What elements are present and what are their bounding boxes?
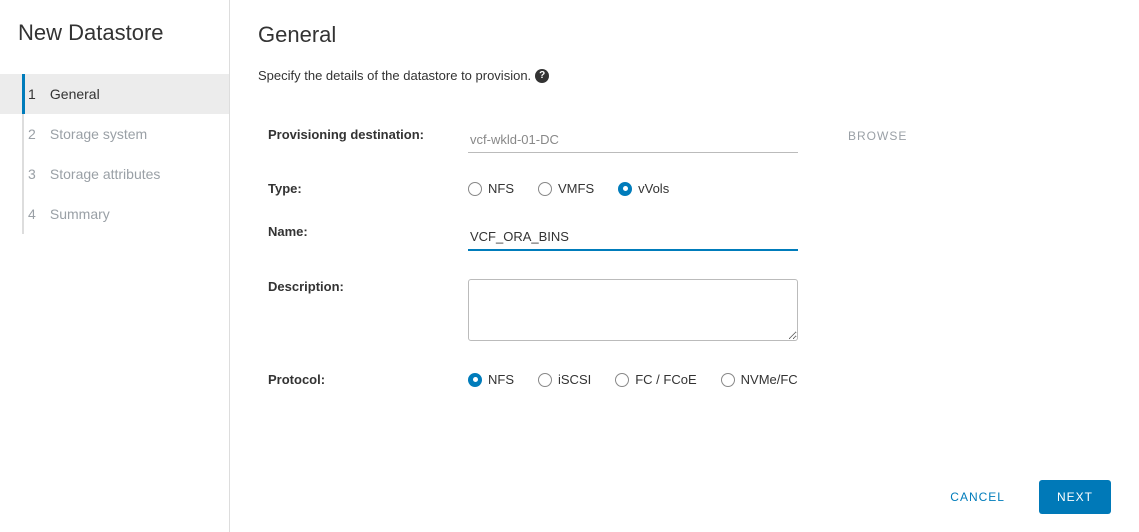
- step-num: 4: [28, 206, 42, 222]
- radio-icon: [538, 373, 552, 387]
- step-num: 1: [28, 86, 42, 102]
- radio-label: NFS: [488, 372, 514, 387]
- label-protocol: Protocol:: [258, 372, 468, 387]
- step-num: 3: [28, 166, 42, 182]
- type-radio-vmfs[interactable]: VMFS: [538, 181, 594, 196]
- next-button[interactable]: NEXT: [1039, 480, 1111, 514]
- label-description: Description:: [258, 279, 468, 294]
- description-textarea[interactable]: [468, 279, 798, 341]
- label-destination: Provisioning destination:: [258, 127, 468, 142]
- name-input[interactable]: [468, 224, 798, 251]
- wizard-sidebar: New Datastore 1 General 2 Storage system…: [0, 0, 230, 532]
- protocol-radio-nvme-fc[interactable]: NVMe/FC: [721, 372, 798, 387]
- label-name: Name:: [258, 224, 468, 239]
- radio-icon: [468, 182, 482, 196]
- type-radio-group: NFS VMFS vVols: [468, 181, 808, 196]
- wizard-steps: 1 General 2 Storage system 3 Storage att…: [0, 74, 229, 234]
- radio-icon: [468, 373, 482, 387]
- help-icon[interactable]: ?: [535, 69, 549, 83]
- form: Provisioning destination: BROWSE Type: N…: [258, 113, 1111, 466]
- step-storage-attributes[interactable]: 3 Storage attributes: [0, 154, 229, 194]
- row-protocol: Protocol: NFS iSCSI FC / FCo: [258, 358, 1111, 401]
- page-subtitle: Specify the details of the datastore to …: [258, 68, 1111, 83]
- step-storage-system[interactable]: 2 Storage system: [0, 114, 229, 154]
- radio-label: NFS: [488, 181, 514, 196]
- radio-label: NVMe/FC: [741, 372, 798, 387]
- step-label: Storage system: [50, 126, 147, 142]
- wizard-footer: CANCEL NEXT: [258, 466, 1111, 514]
- label-type: Type:: [258, 181, 468, 196]
- wizard-title: New Datastore: [0, 20, 229, 74]
- radio-icon: [538, 182, 552, 196]
- radio-label: vVols: [638, 181, 669, 196]
- browse-button[interactable]: BROWSE: [848, 129, 907, 143]
- destination-input[interactable]: [468, 127, 798, 153]
- protocol-radio-iscsi[interactable]: iSCSI: [538, 372, 591, 387]
- step-label: General: [50, 86, 100, 102]
- cancel-button[interactable]: CANCEL: [932, 480, 1023, 514]
- radio-icon: [615, 373, 629, 387]
- page-title: General: [258, 22, 1111, 48]
- radio-icon: [721, 373, 735, 387]
- row-type: Type: NFS VMFS vVols: [258, 167, 1111, 210]
- radio-label: iSCSI: [558, 372, 591, 387]
- protocol-radio-nfs[interactable]: NFS: [468, 372, 514, 387]
- step-label: Storage attributes: [50, 166, 161, 182]
- radio-icon: [618, 182, 632, 196]
- type-radio-nfs[interactable]: NFS: [468, 181, 514, 196]
- row-description: Description:: [258, 265, 1111, 358]
- protocol-radio-fc-fcoe[interactable]: FC / FCoE: [615, 372, 696, 387]
- row-name: Name:: [258, 210, 1111, 265]
- main-panel: General Specify the details of the datas…: [230, 0, 1139, 532]
- step-num: 2: [28, 126, 42, 142]
- radio-label: FC / FCoE: [635, 372, 696, 387]
- type-radio-vvols[interactable]: vVols: [618, 181, 669, 196]
- subtitle-text: Specify the details of the datastore to …: [258, 68, 531, 83]
- row-destination: Provisioning destination: BROWSE: [258, 113, 1111, 167]
- step-summary[interactable]: 4 Summary: [0, 194, 229, 234]
- step-general[interactable]: 1 General: [0, 74, 229, 114]
- protocol-radio-group: NFS iSCSI FC / FCoE NVMe/FC: [468, 372, 1111, 387]
- radio-label: VMFS: [558, 181, 594, 196]
- step-label: Summary: [50, 206, 110, 222]
